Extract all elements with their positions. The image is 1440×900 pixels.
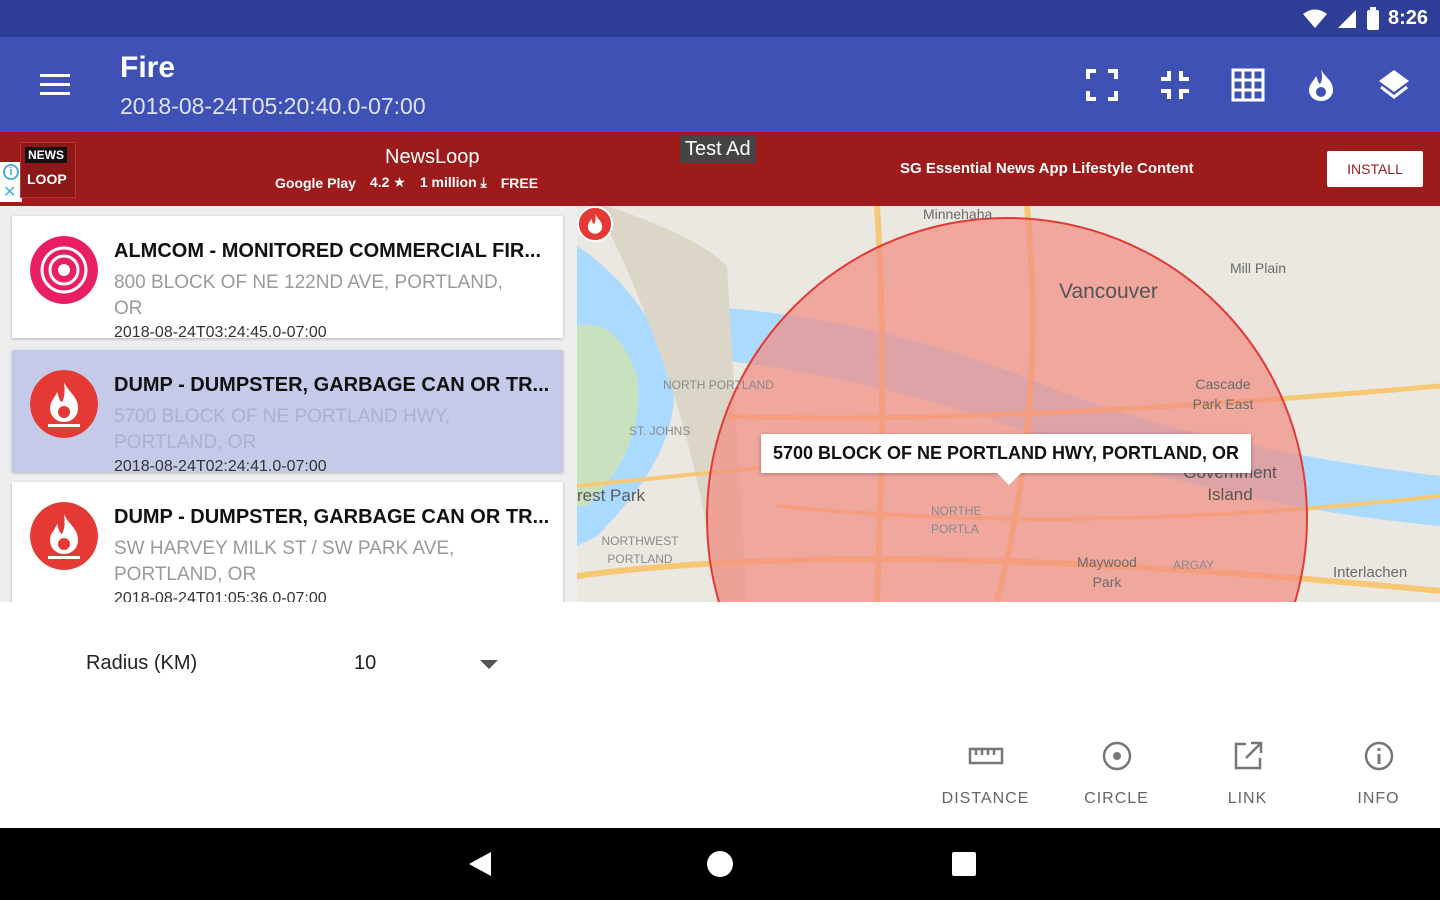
recents-icon bbox=[952, 852, 976, 876]
ad-description: SG Essential News App Lifestyle Content bbox=[900, 160, 1194, 177]
battery-icon bbox=[1366, 6, 1379, 30]
dropdown-caret-icon bbox=[480, 660, 498, 669]
menu-button[interactable] bbox=[30, 65, 80, 105]
ad-logo-line1: NEWS bbox=[25, 147, 67, 163]
ad-rating: 4.2 ★ bbox=[370, 174, 406, 191]
map-label: NORTH PORTLAND bbox=[663, 378, 774, 392]
app-screen: 8:26 Fire 2018-08-24T05:20:40.0-07:00 i … bbox=[0, 0, 1440, 900]
map-label: Vancouver bbox=[1059, 280, 1158, 303]
tool-label: CIRCLE bbox=[1084, 790, 1149, 807]
ruler-icon bbox=[968, 747, 1003, 765]
fire-marker-icon[interactable] bbox=[577, 206, 613, 242]
fit-bounds-button[interactable] bbox=[1151, 61, 1199, 109]
map-label: ST. JOHNS bbox=[629, 424, 691, 438]
ad-info-icon[interactable]: i bbox=[3, 164, 19, 180]
incident-address: 800 BLOCK OF NE 122ND AVE, PORTLAND, OR bbox=[114, 272, 503, 319]
app-bar: Fire 2018-08-24T05:20:40.0-07:00 bbox=[0, 37, 1440, 132]
incident-list[interactable]: ALMCOM - MONITORED COMMERCIAL FIR... 800… bbox=[0, 206, 577, 602]
layers-button[interactable] bbox=[1370, 61, 1418, 109]
system-nav-bar bbox=[0, 828, 1440, 900]
incident-title: ALMCOM - MONITORED COMMERCIAL FIR... bbox=[114, 240, 542, 262]
grid-button[interactable] bbox=[1224, 61, 1272, 109]
radius-value: 10 bbox=[354, 652, 377, 674]
radius-label: Radius (KM) bbox=[86, 652, 198, 674]
incident-title: DUMP - DUMPSTER, GARBAGE CAN OR TR... bbox=[114, 506, 550, 528]
fire-icon bbox=[30, 502, 98, 570]
test-ad-badge: Test Ad bbox=[680, 136, 756, 163]
incident-card[interactable]: ALMCOM - MONITORED COMMERCIAL FIR... 800… bbox=[12, 216, 563, 341]
info-button[interactable]: INFO bbox=[1313, 732, 1440, 822]
ad-price: FREE bbox=[500, 174, 539, 191]
ad-install-button[interactable]: INSTALL bbox=[1327, 151, 1423, 187]
map-label: Interlachen bbox=[1333, 564, 1408, 581]
map-label: Mill Plain bbox=[1230, 260, 1287, 276]
recents-button[interactable] bbox=[940, 844, 988, 884]
link-icon bbox=[1234, 741, 1262, 770]
fullscreen-button[interactable] bbox=[1078, 61, 1126, 109]
grid-icon bbox=[1231, 68, 1265, 102]
circle-icon bbox=[1102, 741, 1131, 771]
ad-rating-value: 4.2 bbox=[369, 174, 390, 190]
ad-logo: NEWS LOOP bbox=[20, 142, 76, 198]
layers-icon bbox=[1379, 70, 1409, 99]
map-view[interactable]: Minnehaha Vancouver Mill Plain NORTH POR… bbox=[577, 206, 1440, 602]
ad-meta: Google Play 4.2 ★ 1 million ⤓ FREE bbox=[275, 174, 538, 191]
tool-label: INFO bbox=[1357, 790, 1400, 807]
incident-address: SW HARVEY MILK ST / SW PARK AVE, PORTLAN… bbox=[114, 538, 455, 585]
hamburger-icon bbox=[40, 74, 70, 95]
map-label: Cascade Park East bbox=[1192, 376, 1254, 412]
home-button[interactable] bbox=[696, 844, 744, 884]
home-icon bbox=[707, 851, 733, 877]
info-icon bbox=[1364, 741, 1393, 771]
ad-installs-value: 1 million bbox=[419, 174, 477, 190]
map-label: Maywood Park bbox=[1077, 554, 1137, 590]
map-label: rest Park bbox=[577, 486, 646, 505]
map-label: NORTHWEST PORTLAND bbox=[601, 534, 679, 566]
page-subtitle: 2018-08-24T05:20:40.0-07:00 bbox=[120, 93, 426, 119]
map-label: NORTHE PORTLA bbox=[931, 504, 982, 536]
download-icon: ⤓ bbox=[480, 174, 487, 190]
fire-filter-button[interactable] bbox=[1297, 61, 1345, 109]
map-label: Minnehaha bbox=[923, 206, 993, 222]
alarm-icon bbox=[30, 236, 98, 304]
incident-card[interactable]: DUMP - DUMPSTER, GARBAGE CAN OR TR... SW… bbox=[12, 482, 563, 602]
incident-datetime: 2018-08-24T03:24:45.0-07:00 bbox=[114, 324, 327, 341]
fullscreen-icon bbox=[1086, 69, 1118, 101]
ad-store: Google Play bbox=[275, 174, 356, 191]
map-canvas bbox=[577, 206, 1440, 602]
map-label: ARGAY bbox=[1173, 558, 1215, 572]
star-icon: ★ bbox=[393, 174, 406, 190]
fire-icon bbox=[1309, 69, 1333, 101]
circle-button[interactable]: CIRCLE bbox=[1051, 732, 1182, 822]
ad-installs: 1 million ⤓ bbox=[420, 174, 487, 191]
back-icon bbox=[469, 852, 491, 876]
controls-panel: Radius (KM) 10 DISTANCE CIRCLE LINK INFO bbox=[0, 602, 1440, 828]
signal-icon bbox=[1337, 9, 1356, 28]
wifi-icon bbox=[1302, 9, 1327, 28]
distance-button[interactable]: DISTANCE bbox=[920, 732, 1051, 822]
map-info-window[interactable]: 5700 BLOCK OF NE PORTLAND HWY, PORTLAND,… bbox=[761, 434, 1252, 485]
tool-bar: DISTANCE CIRCLE LINK INFO bbox=[920, 732, 1440, 822]
incident-address: 5700 BLOCK OF NE PORTLAND HWY, PORTLAND,… bbox=[114, 406, 451, 453]
ad-close-icon[interactable]: ✕ bbox=[3, 182, 16, 202]
radius-dropdown[interactable]: 10 bbox=[340, 642, 510, 686]
page-title: Fire bbox=[120, 51, 176, 84]
link-button[interactable]: LINK bbox=[1182, 732, 1313, 822]
back-button[interactable] bbox=[456, 844, 504, 884]
incident-datetime: 2018-08-24T01:05:36.0-07:00 bbox=[114, 590, 327, 602]
incident-title: DUMP - DUMPSTER, GARBAGE CAN OR TR... bbox=[114, 374, 550, 396]
incident-datetime: 2018-08-24T02:24:41.0-07:00 bbox=[114, 458, 327, 475]
incident-card-selected[interactable]: DUMP - DUMPSTER, GARBAGE CAN OR TR... 57… bbox=[12, 350, 563, 475]
tool-label: LINK bbox=[1227, 790, 1268, 807]
ad-choices[interactable]: i ✕ bbox=[0, 162, 22, 202]
tool-label: DISTANCE bbox=[941, 790, 1030, 807]
status-bar: 8:26 bbox=[0, 0, 1440, 37]
fit-bounds-icon bbox=[1161, 71, 1189, 99]
ad-banner[interactable]: i ✕ NEWS LOOP NewsLoop Google Play 4.2 ★… bbox=[0, 132, 1440, 206]
ad-app-name: NewsLoop bbox=[385, 146, 480, 168]
clock: 8:26 bbox=[1387, 7, 1428, 29]
fire-icon bbox=[30, 370, 98, 438]
ad-logo-line2: LOOP bbox=[27, 171, 67, 187]
